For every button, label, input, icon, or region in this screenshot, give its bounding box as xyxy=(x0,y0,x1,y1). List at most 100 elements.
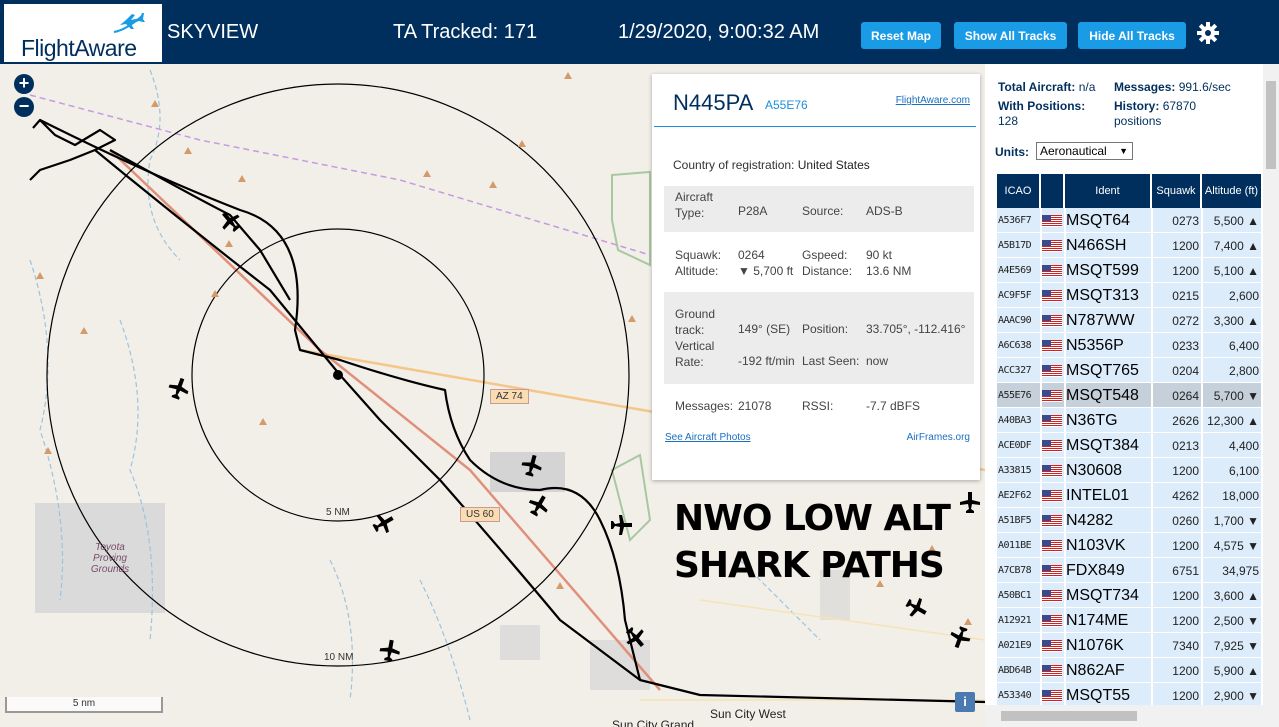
table-row[interactable]: AE2F62 INTEL01 4262 18,000 xyxy=(997,483,1261,508)
hide-all-tracks-button[interactable]: Hide All Tracks xyxy=(1078,22,1186,49)
col-ident[interactable]: Ident xyxy=(1065,174,1152,208)
scroll-thumb[interactable] xyxy=(1266,81,1276,169)
table-row[interactable]: A12921 N174ME 1200 2,500 ▼ xyxy=(997,608,1261,633)
vrate-value: -192 ft/min xyxy=(738,354,795,368)
table-row[interactable]: A4E569 MSQT599 1200 5,100 ▲ xyxy=(997,258,1261,283)
map-scale-bar: 5 nm xyxy=(5,697,163,713)
col-squawk[interactable]: Squawk xyxy=(1152,174,1202,208)
column-separator xyxy=(1201,483,1203,507)
table-row[interactable]: A55E76 MSQT548 0264 5,700 ▼ xyxy=(997,383,1261,408)
row-icao: A40BA3 xyxy=(998,415,1032,426)
column-separator xyxy=(1201,608,1203,632)
zoom-out-button[interactable]: − xyxy=(14,97,34,117)
logo-text: FlightAware xyxy=(21,35,137,61)
map-info-button[interactable]: i xyxy=(955,692,975,712)
column-separator xyxy=(1151,583,1153,607)
table-row[interactable]: A6C638 N5356P 0233 6,400 xyxy=(997,333,1261,358)
us-flag-icon xyxy=(1042,239,1062,252)
column-separator xyxy=(1201,208,1203,232)
show-all-tracks-button[interactable]: Show All Tracks xyxy=(954,22,1067,49)
history-count: History: 67870 xyxy=(1114,99,1197,113)
column-separator xyxy=(1201,358,1203,382)
column-separator xyxy=(1064,658,1066,682)
column-separator xyxy=(1201,383,1203,407)
col-flag[interactable] xyxy=(1041,174,1065,208)
column-separator xyxy=(1064,308,1066,332)
zoom-in-button[interactable]: + xyxy=(14,74,34,94)
table-row[interactable]: ACE0DF MSQT384 0213 4,400 xyxy=(997,433,1261,458)
table-row[interactable]: ACC327 MSQT765 0204 2,800 xyxy=(997,358,1261,383)
row-ident: MSQT313 xyxy=(1066,286,1139,304)
us-flag-icon xyxy=(1042,264,1062,277)
row-icao: A5B17D xyxy=(998,240,1032,251)
row-altitude: 4,575 ▼ xyxy=(1213,538,1259,553)
us-flag-icon xyxy=(1042,439,1062,452)
column-separator xyxy=(1201,233,1203,257)
aircraft-photos-link[interactable]: See Aircraft Photos xyxy=(665,432,751,443)
app-name: SKYVIEW xyxy=(167,21,259,43)
column-separator xyxy=(1064,258,1066,282)
table-row[interactable]: A021E9 N1076K 7340 7,925 ▼ xyxy=(997,633,1261,658)
column-separator xyxy=(1151,208,1153,232)
row-icao: A55E76 xyxy=(998,390,1032,401)
dropdown-arrow-icon: ▼ xyxy=(1119,146,1128,156)
table-row[interactable]: A50BC1 MSQT734 1200 3,600 ▲ xyxy=(997,583,1261,608)
airframes-link[interactable]: AirFrames.org xyxy=(907,432,970,443)
table-row[interactable]: A40BA3 N36TG 2626 12,300 ▲ xyxy=(997,408,1261,433)
table-row[interactable]: A33815 N30608 1200 6,100 xyxy=(997,458,1261,483)
column-separator xyxy=(1151,658,1153,682)
flightaware-logo[interactable]: FlightAware xyxy=(4,4,162,62)
column-separator xyxy=(1064,458,1066,482)
row-squawk: 7340 xyxy=(1172,638,1199,653)
table-row[interactable]: A011BE N103VK 1200 4,575 ▼ xyxy=(997,533,1261,558)
column-separator xyxy=(1151,633,1153,657)
vertical-scrollbar[interactable] xyxy=(1263,64,1279,727)
row-ident: N466SH xyxy=(1066,236,1127,254)
gear-icon[interactable] xyxy=(1196,21,1220,45)
row-squawk: 1200 xyxy=(1172,663,1199,678)
column-separator xyxy=(1201,283,1203,307)
column-separator xyxy=(1040,308,1042,332)
column-separator xyxy=(1040,208,1042,232)
row-flag xyxy=(1042,533,1064,558)
row-ident: MSQT64 xyxy=(1066,211,1131,229)
reset-map-button[interactable]: Reset Map xyxy=(861,22,941,49)
table-row[interactable]: A51BF5 N4282 0260 1,700 ▼ xyxy=(997,508,1261,533)
ring-label-5nm: 5 NM xyxy=(326,507,350,518)
hscroll-thumb[interactable] xyxy=(1001,711,1137,721)
column-separator xyxy=(1151,383,1153,407)
column-separator xyxy=(1040,483,1042,507)
us-flag-icon xyxy=(1042,389,1062,402)
popup-icao-link[interactable]: A55E76 xyxy=(765,98,808,112)
column-separator xyxy=(1151,358,1153,382)
column-separator xyxy=(1040,333,1042,357)
table-row[interactable]: A536F7 MSQT64 0273 5,500 ▲ xyxy=(997,208,1261,233)
table-row[interactable]: A5B17D N466SH 1200 7,400 ▲ xyxy=(997,233,1261,258)
horizontal-scrollbar[interactable] xyxy=(985,705,1263,727)
column-separator xyxy=(1201,633,1203,657)
row-icao: A50BC1 xyxy=(998,590,1032,601)
total-aircraft: Total Aircraft: n/a xyxy=(998,80,1096,94)
lastseen-label: Last Seen: xyxy=(802,354,860,368)
table-row[interactable]: ABD64B N862AF 1200 5,900 ▲ xyxy=(997,658,1261,683)
popup-divider xyxy=(654,126,976,127)
type-value: P28A xyxy=(738,204,768,218)
us-flag-icon xyxy=(1042,289,1062,302)
flightaware-link[interactable]: FlightAware.com xyxy=(896,95,970,106)
row-squawk: 6751 xyxy=(1172,563,1199,578)
row-ident: N787WW xyxy=(1066,311,1135,329)
column-separator xyxy=(1040,583,1042,607)
row-icao: A4E569 xyxy=(998,265,1032,276)
row-squawk: 1200 xyxy=(1172,588,1199,603)
table-row[interactable]: AAAC90 N787WW 0272 3,300 ▲ xyxy=(997,308,1261,333)
column-separator xyxy=(1151,258,1153,282)
table-row[interactable]: A7CB78 FDX849 6751 34,975 xyxy=(997,558,1261,583)
overlay-title-line1: NWO LOW ALT xyxy=(674,498,951,539)
table-row[interactable]: AC9F5F MSQT313 0215 2,600 xyxy=(997,283,1261,308)
col-icao[interactable]: ICAO xyxy=(997,174,1041,208)
position-label: Position: xyxy=(802,322,849,336)
column-separator xyxy=(1064,558,1066,582)
column-separator xyxy=(1064,683,1066,707)
col-altitude[interactable]: Altitude (ft) xyxy=(1202,174,1261,208)
units-select[interactable]: Aeronautical ▼ xyxy=(1036,142,1133,160)
